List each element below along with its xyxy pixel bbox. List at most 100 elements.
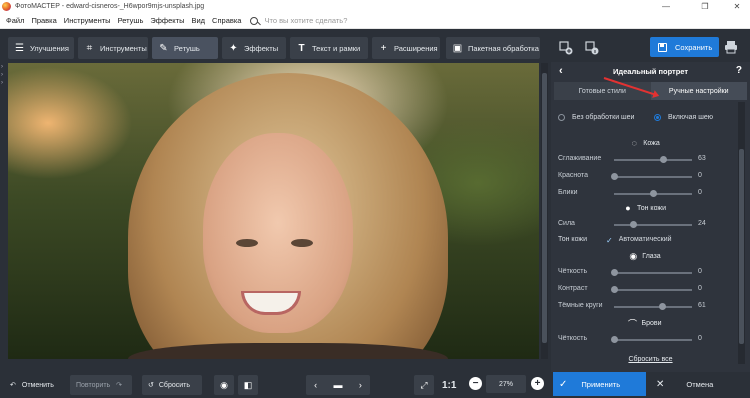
undo-button[interactable]: ↶ Отменить <box>10 375 54 395</box>
zoom-level[interactable]: 27% <box>486 375 526 393</box>
slider-knob[interactable] <box>611 286 618 293</box>
menu-tools[interactable]: Инструменты <box>64 16 111 25</box>
chevron-right-icon: › <box>1 80 3 86</box>
panel-scrollbar[interactable] <box>738 102 745 364</box>
slider-value: 0 <box>698 268 702 275</box>
slider-clarity-eyes[interactable]: Чёткость 0 <box>558 268 713 278</box>
preview-eye-icon[interactable]: ◉ <box>214 375 234 395</box>
title-bar: ФотоМАСТЕР - edward-cisneros-_H6wpor9mjs… <box>0 0 750 13</box>
next-chevron-icon[interactable]: › <box>359 380 362 390</box>
slider-value: 0 <box>698 189 702 196</box>
slider-knob[interactable] <box>629 221 637 228</box>
drop-icon: ● <box>625 203 631 213</box>
slider-dark-circles[interactable]: Тёмные круги 61 <box>558 302 713 312</box>
tab-label: Расширения <box>394 43 438 53</box>
tab-label: Эффекты <box>244 43 279 53</box>
cancel-label: Отмена <box>686 379 714 389</box>
slider-value: 0 <box>698 172 702 179</box>
crop-icon: ⌗ <box>86 42 93 54</box>
slider-track[interactable] <box>614 221 692 228</box>
slider-knob[interactable] <box>611 269 618 276</box>
zoom-in-icon[interactable]: + <box>531 377 544 390</box>
back-chevron-icon[interactable]: ‹ <box>559 65 563 77</box>
tab-improvements[interactable]: ☰ Улучшения <box>8 37 74 59</box>
section-brows: ⌒ Брови <box>554 318 735 329</box>
canvas-scrollbar-thumb[interactable] <box>542 73 547 343</box>
slider-contrast[interactable]: Контраст 0 <box>558 285 713 295</box>
menu-bar: Файл Правка Инструменты Ретушь Эффекты В… <box>0 13 750 29</box>
slider-label: Блики <box>558 189 578 196</box>
cancel-button[interactable]: ✕ Отмена <box>650 372 747 396</box>
slider-knob[interactable] <box>650 190 657 197</box>
check-icon: ✓ <box>559 378 568 390</box>
panel-header: ‹ Идеальный портрет ? <box>551 62 750 81</box>
minimize-button[interactable]: — <box>653 0 679 13</box>
slider-glare[interactable]: Блики 0 <box>558 189 713 199</box>
slider-knob[interactable] <box>611 173 618 180</box>
info-add-icon[interactable] <box>582 38 602 58</box>
brush-icon: ✎ <box>159 42 168 54</box>
tab-text-frames[interactable]: T Текст и рамки <box>290 37 368 59</box>
section-title: Кожа <box>643 139 660 147</box>
reset-all-link[interactable]: Сбросить все <box>551 356 750 363</box>
undo-icon: ↶ <box>10 382 16 389</box>
zoom-1to1-button[interactable]: 1:1 <box>442 375 456 395</box>
slider-track[interactable] <box>611 336 692 343</box>
slider-strength[interactable]: Сила 24 <box>558 220 713 230</box>
slider-track[interactable] <box>614 190 692 197</box>
slider-track[interactable] <box>611 269 692 276</box>
tab-retouch[interactable]: ✎ Ретушь <box>152 37 218 59</box>
slider-track[interactable] <box>611 173 692 180</box>
zoom-out-icon[interactable]: − <box>469 377 482 390</box>
tab-batch[interactable]: ▣ Пакетная обработка <box>446 37 540 59</box>
section-title: Тон кожи <box>637 204 666 212</box>
reset-icon: ↺ <box>148 382 154 389</box>
tab-ready-styles[interactable]: Готовые стили <box>554 82 651 100</box>
slider-track[interactable] <box>611 286 692 293</box>
tab-tools[interactable]: ⌗ Инструменты <box>78 37 148 59</box>
slider-redness[interactable]: Краснота 0 <box>558 172 713 182</box>
folder-icon[interactable]: ▬ <box>333 380 342 390</box>
panel-scrollbar-thumb[interactable] <box>739 149 744 344</box>
menu-view[interactable]: Вид <box>191 16 205 25</box>
menu-effects[interactable]: Эффекты <box>150 16 184 25</box>
slider-smoothing[interactable]: Сглаживание 63 <box>558 155 713 165</box>
menu-edit[interactable]: Правка <box>31 16 56 25</box>
menu-retouch[interactable]: Ретушь <box>118 16 144 25</box>
radio-include-neck[interactable]: Включая шею <box>654 114 713 121</box>
menu-help[interactable]: Справка <box>212 16 241 25</box>
undo-label: Отменить <box>21 381 54 389</box>
help-icon[interactable]: ? <box>736 65 742 76</box>
slider-knob[interactable] <box>611 336 618 343</box>
panel-tabs: Готовые стили Ручные настройки <box>554 82 747 100</box>
tab-extensions[interactable]: + Расширения <box>372 37 440 59</box>
tab-manual-settings[interactable]: Ручные настройки <box>650 82 747 100</box>
slider-label: Контраст <box>558 285 588 292</box>
slider-clarity-brows[interactable]: Чёткость 0 <box>558 335 713 345</box>
command-search[interactable]: Что вы хотите сделать? <box>250 16 347 25</box>
checkbox-label[interactable]: Автоматический <box>619 236 672 245</box>
redo-button[interactable]: Повторить ↷ <box>70 375 132 395</box>
batch-icon: ▣ <box>452 42 463 54</box>
compare-split-icon[interactable]: ◧ <box>238 375 258 395</box>
slider-track[interactable] <box>614 303 692 310</box>
maximize-button[interactable]: ❐ <box>692 0 718 13</box>
canvas-scrollbar[interactable] <box>541 63 548 359</box>
left-collapse-strip[interactable]: › › › <box>0 62 7 362</box>
slider-knob[interactable] <box>658 303 666 310</box>
prev-chevron-icon[interactable]: ‹ <box>314 380 317 390</box>
fit-screen-icon[interactable]: ⤢ <box>414 375 434 395</box>
tab-effects[interactable]: ✦ Эффекты <box>222 37 286 59</box>
print-icon[interactable] <box>724 40 738 54</box>
menu-file[interactable]: Файл <box>6 16 24 25</box>
apply-button[interactable]: ✓ Применить <box>553 372 646 396</box>
save-button[interactable]: Сохранить <box>650 37 719 57</box>
radio-no-neck[interactable]: Без обработки шеи <box>558 114 654 121</box>
compare-add-icon[interactable] <box>556 38 576 58</box>
reset-button[interactable]: ↺ Сбросить <box>142 375 202 395</box>
photo-canvas[interactable] <box>8 63 539 359</box>
close-window-button[interactable]: ✕ <box>724 0 750 13</box>
slider-knob[interactable] <box>660 156 668 163</box>
checkbox-checked-icon[interactable]: ✓ <box>606 236 613 245</box>
slider-track[interactable] <box>614 156 692 163</box>
